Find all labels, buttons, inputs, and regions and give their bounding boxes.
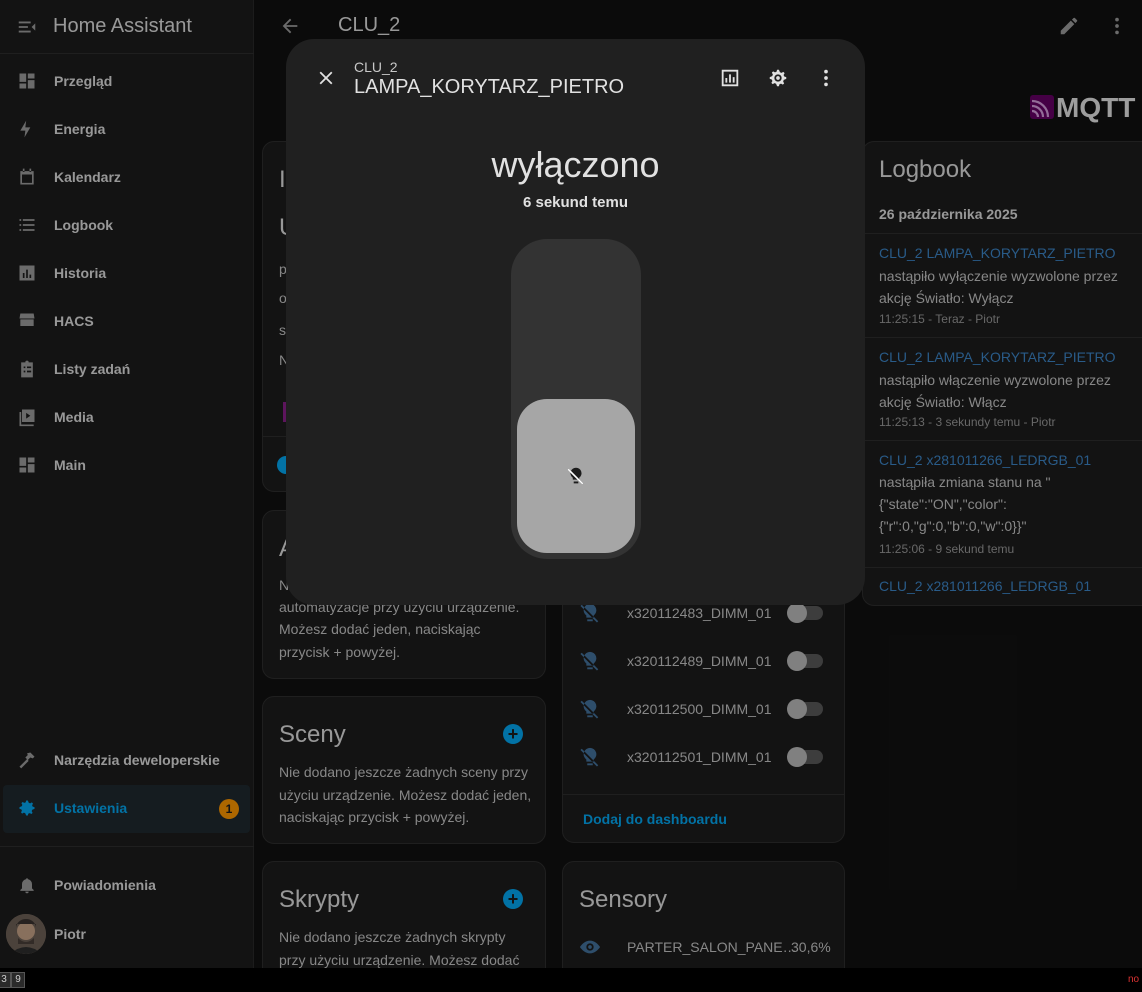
lightbulb-off-icon	[565, 465, 587, 487]
last-changed: 6 sekund temu	[522, 194, 629, 211]
brightness-slider[interactable]	[511, 239, 641, 559]
entity-state: wyłączono	[491, 144, 660, 185]
status-text-partial: no	[1128, 974, 1140, 985]
more-info-dialog: CLU_2 LAMPA_KORYTARZ_PIETRO wyłączono 6 …	[286, 39, 865, 605]
brightness-slider-fill[interactable]	[517, 399, 635, 553]
dialog-title: LAMPA_KORYTARZ_PIETRO	[354, 76, 625, 98]
bottom-status-bar: 3 9 no	[0, 968, 1142, 992]
status-box: 3	[0, 972, 11, 988]
history-chart-icon[interactable]	[719, 67, 741, 89]
more-vertical-icon[interactable]	[815, 67, 837, 89]
status-box: 9	[11, 972, 25, 988]
dialog-device-name: CLU_2	[354, 59, 398, 75]
gear-icon[interactable]	[767, 67, 789, 89]
close-icon[interactable]	[315, 67, 337, 89]
